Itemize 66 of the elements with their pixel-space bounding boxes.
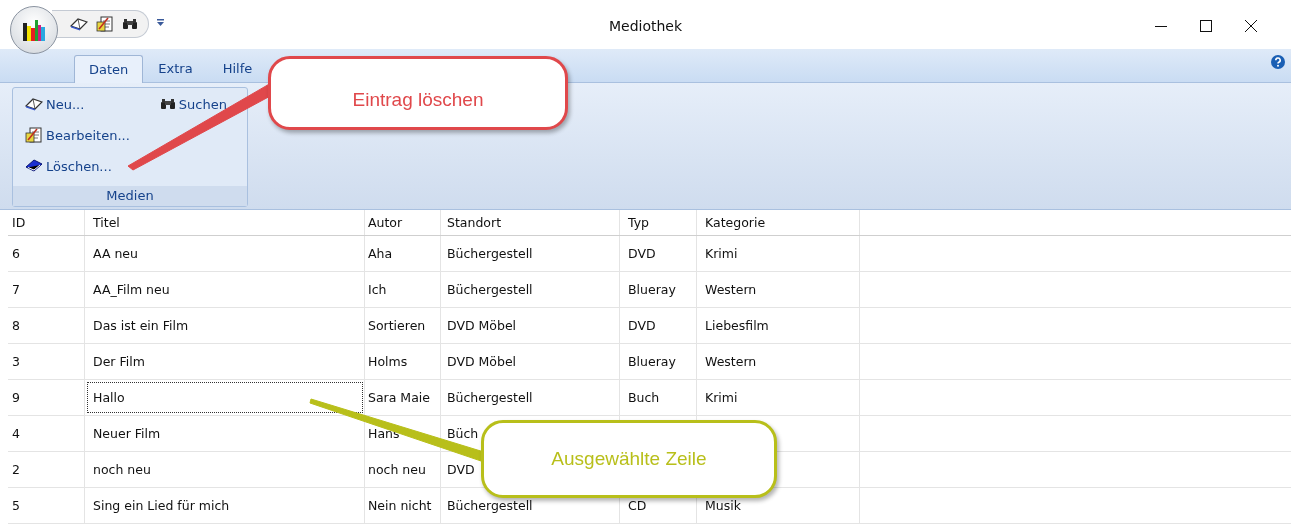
table-cell: Nein nicht [365,488,441,523]
table-cell: Sortieren [365,308,441,343]
edit-icon[interactable] [96,15,114,33]
table-cell: Krimi [697,236,860,271]
table-cell: DVD [620,236,697,271]
logo-icon [21,17,47,43]
table-cell: Büchergestell [441,236,620,271]
table-cell: 8 [8,308,85,343]
dropdown-icon[interactable] [157,19,164,27]
help-icon[interactable] [1271,55,1285,69]
table-cell: Krimi [697,380,860,415]
table-cell: 3 [8,344,85,379]
table-cell: Liebesfilm [697,308,860,343]
book-icon[interactable] [70,17,88,31]
book-icon [25,97,43,111]
table-cell: Western [697,272,860,307]
table-cell: DVD Möbel [441,308,620,343]
table-cell: Sara Maie [365,380,441,415]
table-cell: Der Film [85,344,365,379]
command-button[interactable]: Bearbeiten... [46,127,130,143]
column-header[interactable]: Typ [620,210,697,235]
table-cell: 4 [8,416,85,451]
table-cell: Western [697,344,860,379]
table-cell: AA neu [85,236,365,271]
table-cell: Büchergestell [441,380,620,415]
maximize-icon[interactable] [1199,20,1212,32]
ribbon-tab[interactable]: Daten [74,55,144,83]
table-cell: 7 [8,272,85,307]
table-cell: noch neu [85,452,365,487]
closed-book-icon [25,159,43,173]
column-header[interactable]: Kategorie [697,210,860,235]
table-cell: Ich [365,272,441,307]
table-cell: 2 [8,452,85,487]
table-cell: Sing ein Lied für mich [85,488,365,523]
command-button[interactable]: Neu... [46,96,85,112]
table-cell: Das ist ein Film [85,308,365,343]
table-cell: AA_Film neu [85,272,365,307]
ribbon-tab[interactable]: Extra [143,54,208,82]
column-header[interactable]: Titel [85,210,365,235]
table-cell: Buch [620,380,697,415]
table-cell: DVD Möbel [441,344,620,379]
table-cell: 9 [8,380,85,415]
callout: Eintrag löschen [268,56,568,130]
command-button[interactable]: Löschen... [46,158,112,174]
command-button[interactable]: Suchen [178,96,227,112]
window-title: Mediothek [607,18,684,34]
column-header[interactable]: Autor [365,210,441,235]
ribbon-tab[interactable]: Hilfe [207,54,268,82]
column-header[interactable]: Standort [441,210,620,235]
column-header[interactable]: ID [8,210,85,235]
table-cell: Blueray [620,344,697,379]
table-cell: Blueray [620,272,697,307]
edit-icon [25,126,43,144]
table-cell: noch neu [365,452,441,487]
table-cell: Aha [365,236,441,271]
table-cell: 5 [8,488,85,523]
table-cell: DVD [620,308,697,343]
callout: Ausgewählte Zeile [481,420,777,498]
binoculars-icon[interactable] [122,18,138,30]
binoculars-icon [159,98,176,110]
app-menu-button[interactable] [10,6,58,54]
table-cell: Holms [365,344,441,379]
table-cell: 6 [8,236,85,271]
close-icon[interactable] [1244,20,1257,32]
group-label: Medien [13,186,247,206]
table-cell: Büchergestell [441,272,620,307]
